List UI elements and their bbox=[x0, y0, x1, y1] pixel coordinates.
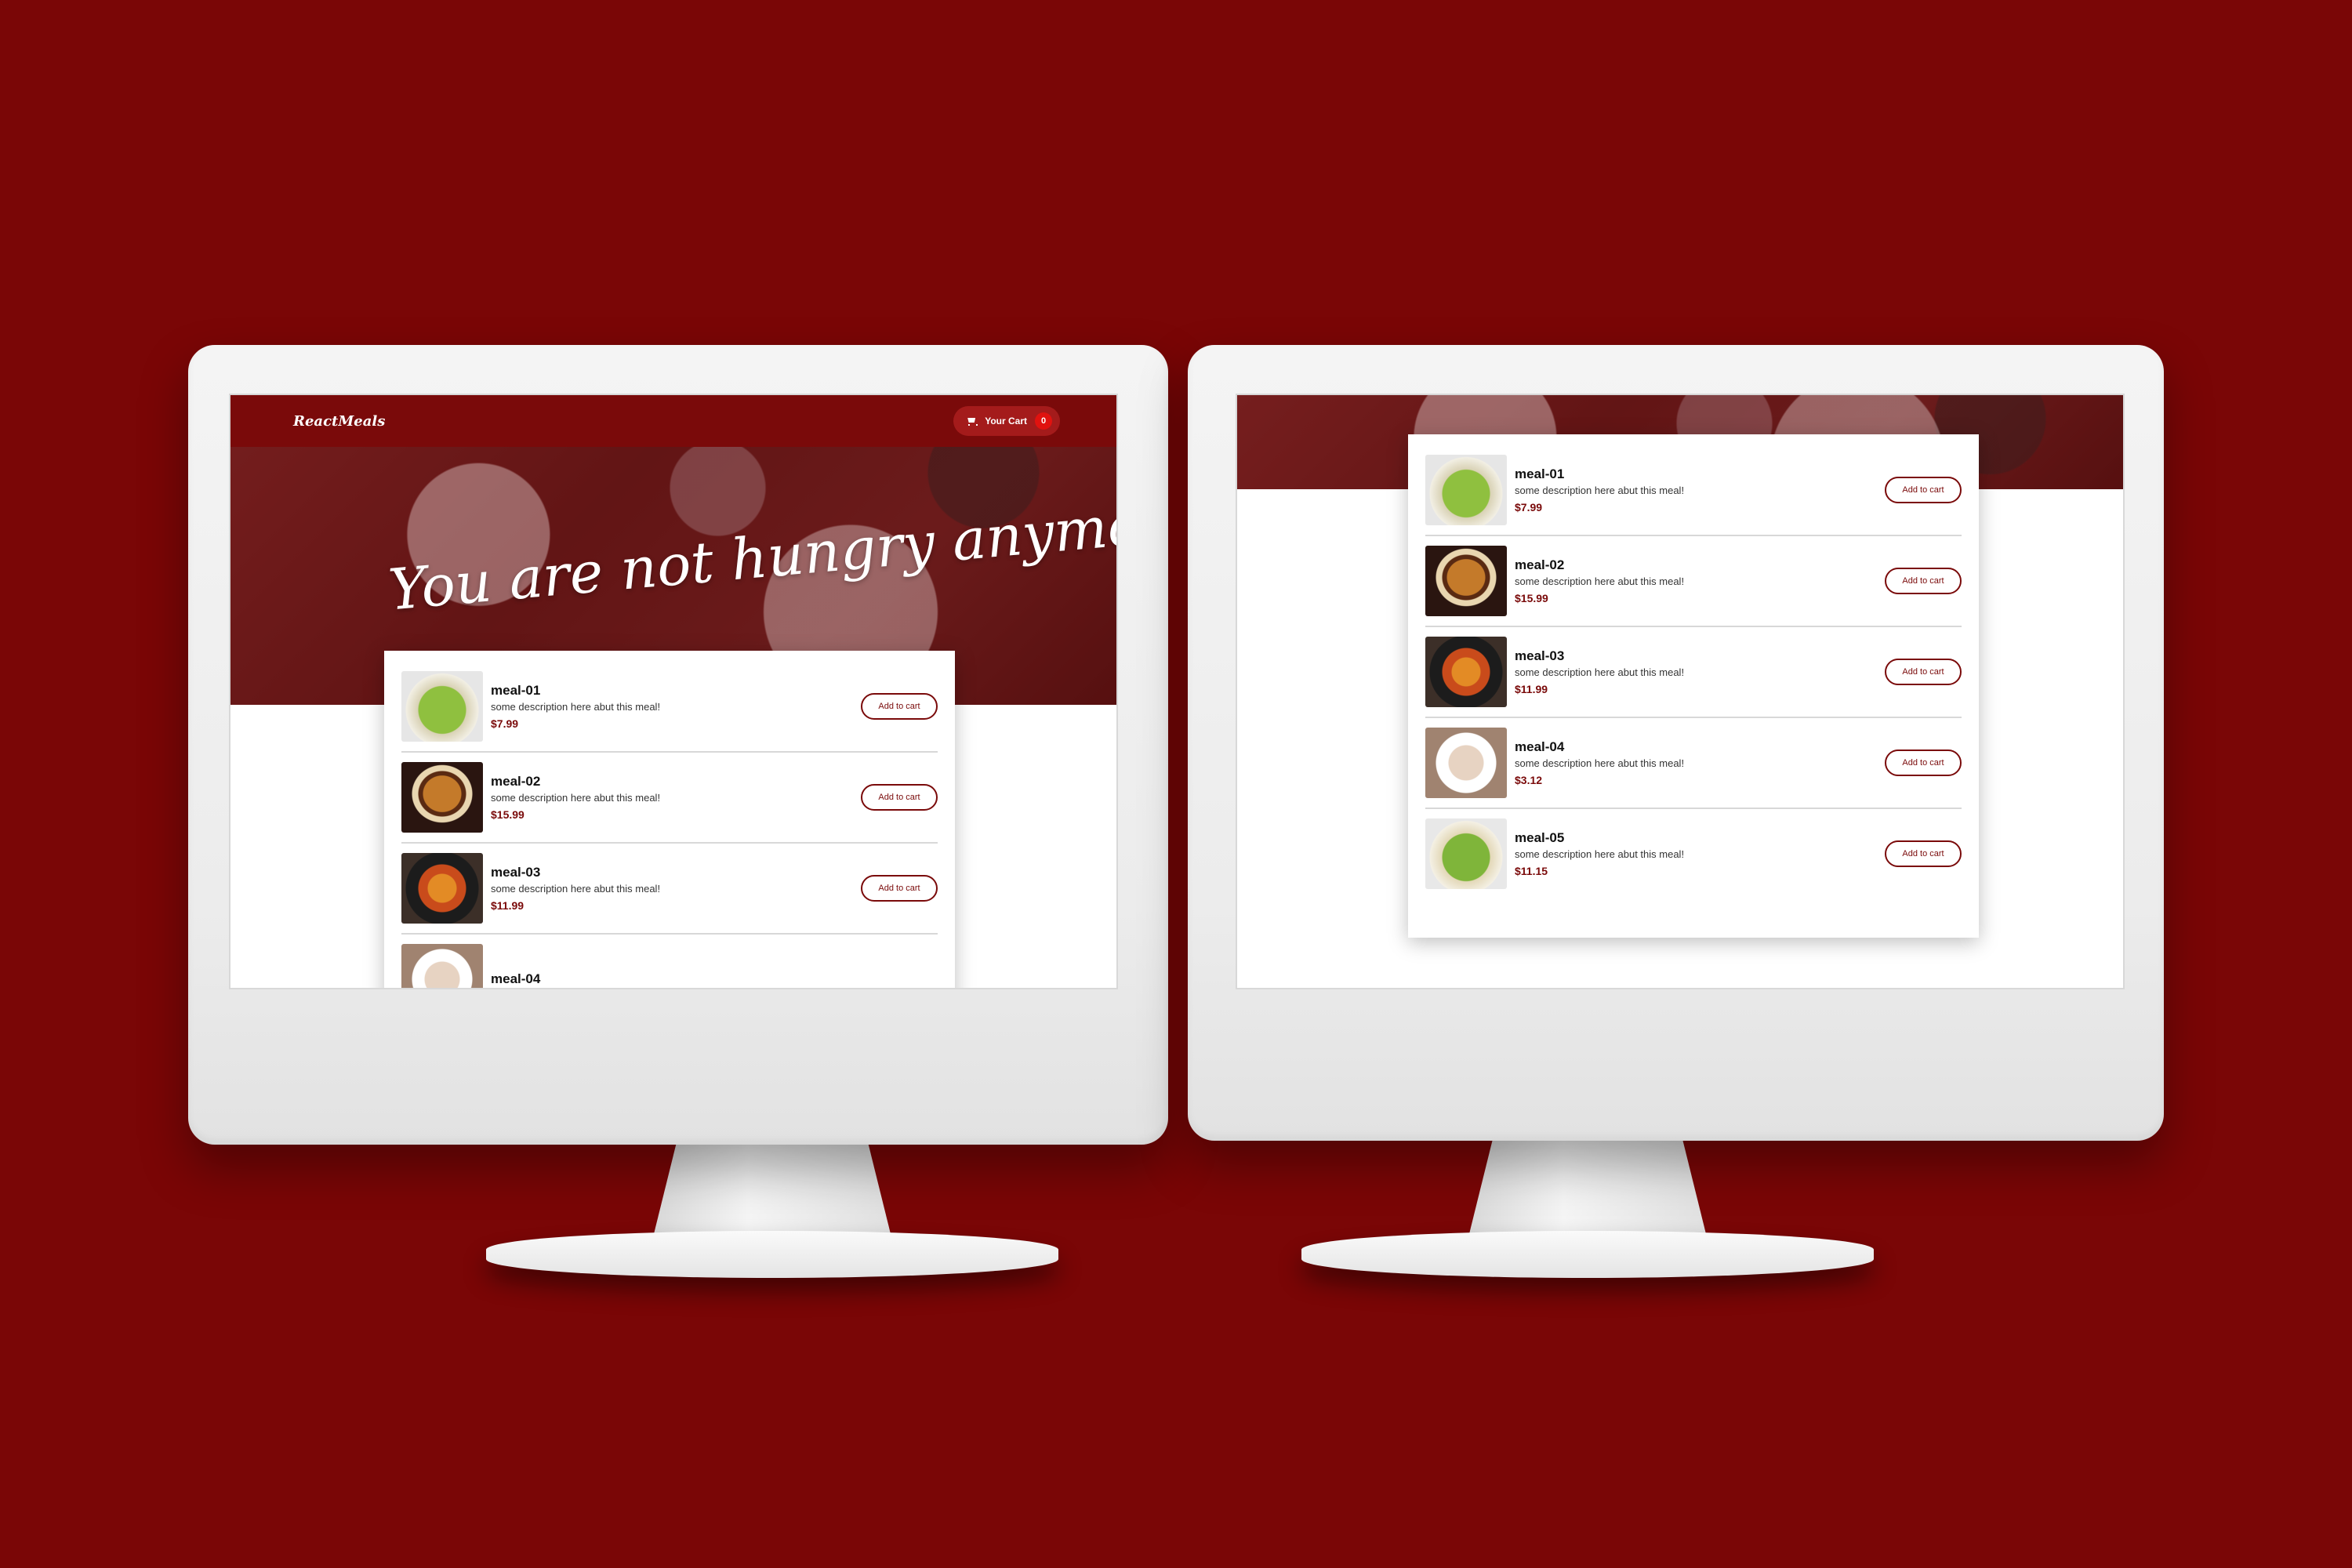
list-item: meal-02 some description here abut this … bbox=[401, 753, 938, 844]
right-screen: meal-01 some description here abut this … bbox=[1236, 394, 2125, 989]
right-monitor-neck bbox=[1466, 1129, 1709, 1247]
meal-image bbox=[401, 853, 483, 924]
meal-price: $7.99 bbox=[491, 717, 519, 730]
meal-price: $7.99 bbox=[1515, 501, 1543, 514]
meal-name: meal-04 bbox=[1515, 739, 1565, 754]
list-item: meal-02 some description here abut this … bbox=[1425, 536, 1962, 627]
meal-description: some description here abut this meal! bbox=[1515, 485, 1685, 496]
meal-name: meal-02 bbox=[1515, 557, 1565, 572]
add-to-cart-button[interactable]: Add to cart bbox=[1885, 840, 1962, 867]
meal-image bbox=[1425, 818, 1507, 889]
add-to-cart-button[interactable]: Add to cart bbox=[861, 693, 938, 720]
meal-description: some description here abut this meal! bbox=[1515, 848, 1685, 860]
meal-name: meal-04 bbox=[491, 971, 541, 986]
add-to-cart-button[interactable]: Add to cart bbox=[1885, 659, 1962, 685]
left-monitor-neck bbox=[651, 1129, 894, 1247]
meal-description: some description here abut this meal! bbox=[491, 883, 661, 895]
list-item: meal-05 some description here abut this … bbox=[1425, 809, 1962, 898]
meal-image bbox=[1425, 637, 1507, 707]
meal-name: meal-03 bbox=[1515, 648, 1565, 663]
meal-name: meal-01 bbox=[1515, 466, 1565, 481]
meal-image bbox=[401, 944, 483, 988]
meal-description: some description here abut this meal! bbox=[1515, 666, 1685, 678]
list-item: meal-04 some description here abut this … bbox=[1425, 718, 1962, 809]
list-item: meal-03 some description here abut this … bbox=[401, 844, 938, 935]
meal-price: $15.99 bbox=[491, 808, 524, 821]
add-to-cart-button[interactable]: Add to cart bbox=[861, 875, 938, 902]
meal-price: $3.12 bbox=[1515, 774, 1543, 786]
meal-image bbox=[1425, 728, 1507, 798]
left-screen: ReactMeals Your Cart 0 You are not hungr… bbox=[229, 394, 1118, 989]
cart-icon bbox=[966, 416, 978, 426]
cart-count-badge: 0 bbox=[1035, 412, 1052, 430]
meal-description: some description here abut this meal! bbox=[491, 792, 661, 804]
list-item: meal-04 bbox=[401, 935, 938, 988]
meal-description: some description here abut this meal! bbox=[491, 701, 661, 713]
meal-image bbox=[1425, 546, 1507, 616]
meal-price: $15.99 bbox=[1515, 592, 1548, 604]
right-monitor-foot bbox=[1301, 1231, 1874, 1278]
add-to-cart-button[interactable]: Add to cart bbox=[1885, 568, 1962, 594]
meal-image bbox=[401, 762, 483, 833]
logo[interactable]: ReactMeals bbox=[293, 413, 385, 430]
add-to-cart-button[interactable]: Add to cart bbox=[1885, 477, 1962, 503]
add-to-cart-button[interactable]: Add to cart bbox=[861, 784, 938, 811]
list-item: meal-01 some description here abut this … bbox=[401, 662, 938, 753]
meal-description: some description here abut this meal! bbox=[1515, 757, 1685, 769]
meal-image bbox=[401, 671, 483, 742]
meals-card: meal-01 some description here abut this … bbox=[384, 651, 955, 988]
meal-name: meal-01 bbox=[491, 683, 541, 698]
meal-description: some description here abut this meal! bbox=[1515, 575, 1685, 587]
meal-price: $11.99 bbox=[491, 899, 524, 912]
meal-price: $11.99 bbox=[1515, 683, 1548, 695]
add-to-cart-button[interactable]: Add to cart bbox=[1885, 750, 1962, 776]
cart-label: Your Cart bbox=[985, 416, 1027, 426]
meal-name: meal-05 bbox=[1515, 830, 1565, 845]
header: ReactMeals Your Cart 0 bbox=[230, 395, 1116, 447]
left-monitor-foot bbox=[486, 1231, 1058, 1278]
meal-name: meal-03 bbox=[491, 865, 541, 880]
list-item: meal-03 some description here abut this … bbox=[1425, 627, 1962, 718]
meal-image bbox=[1425, 455, 1507, 525]
meal-name: meal-02 bbox=[491, 774, 541, 789]
meals-card: meal-01 some description here abut this … bbox=[1408, 434, 1979, 938]
cart-button[interactable]: Your Cart 0 bbox=[953, 406, 1060, 436]
list-item: meal-01 some description here abut this … bbox=[1425, 445, 1962, 536]
meal-price: $11.15 bbox=[1515, 865, 1548, 877]
